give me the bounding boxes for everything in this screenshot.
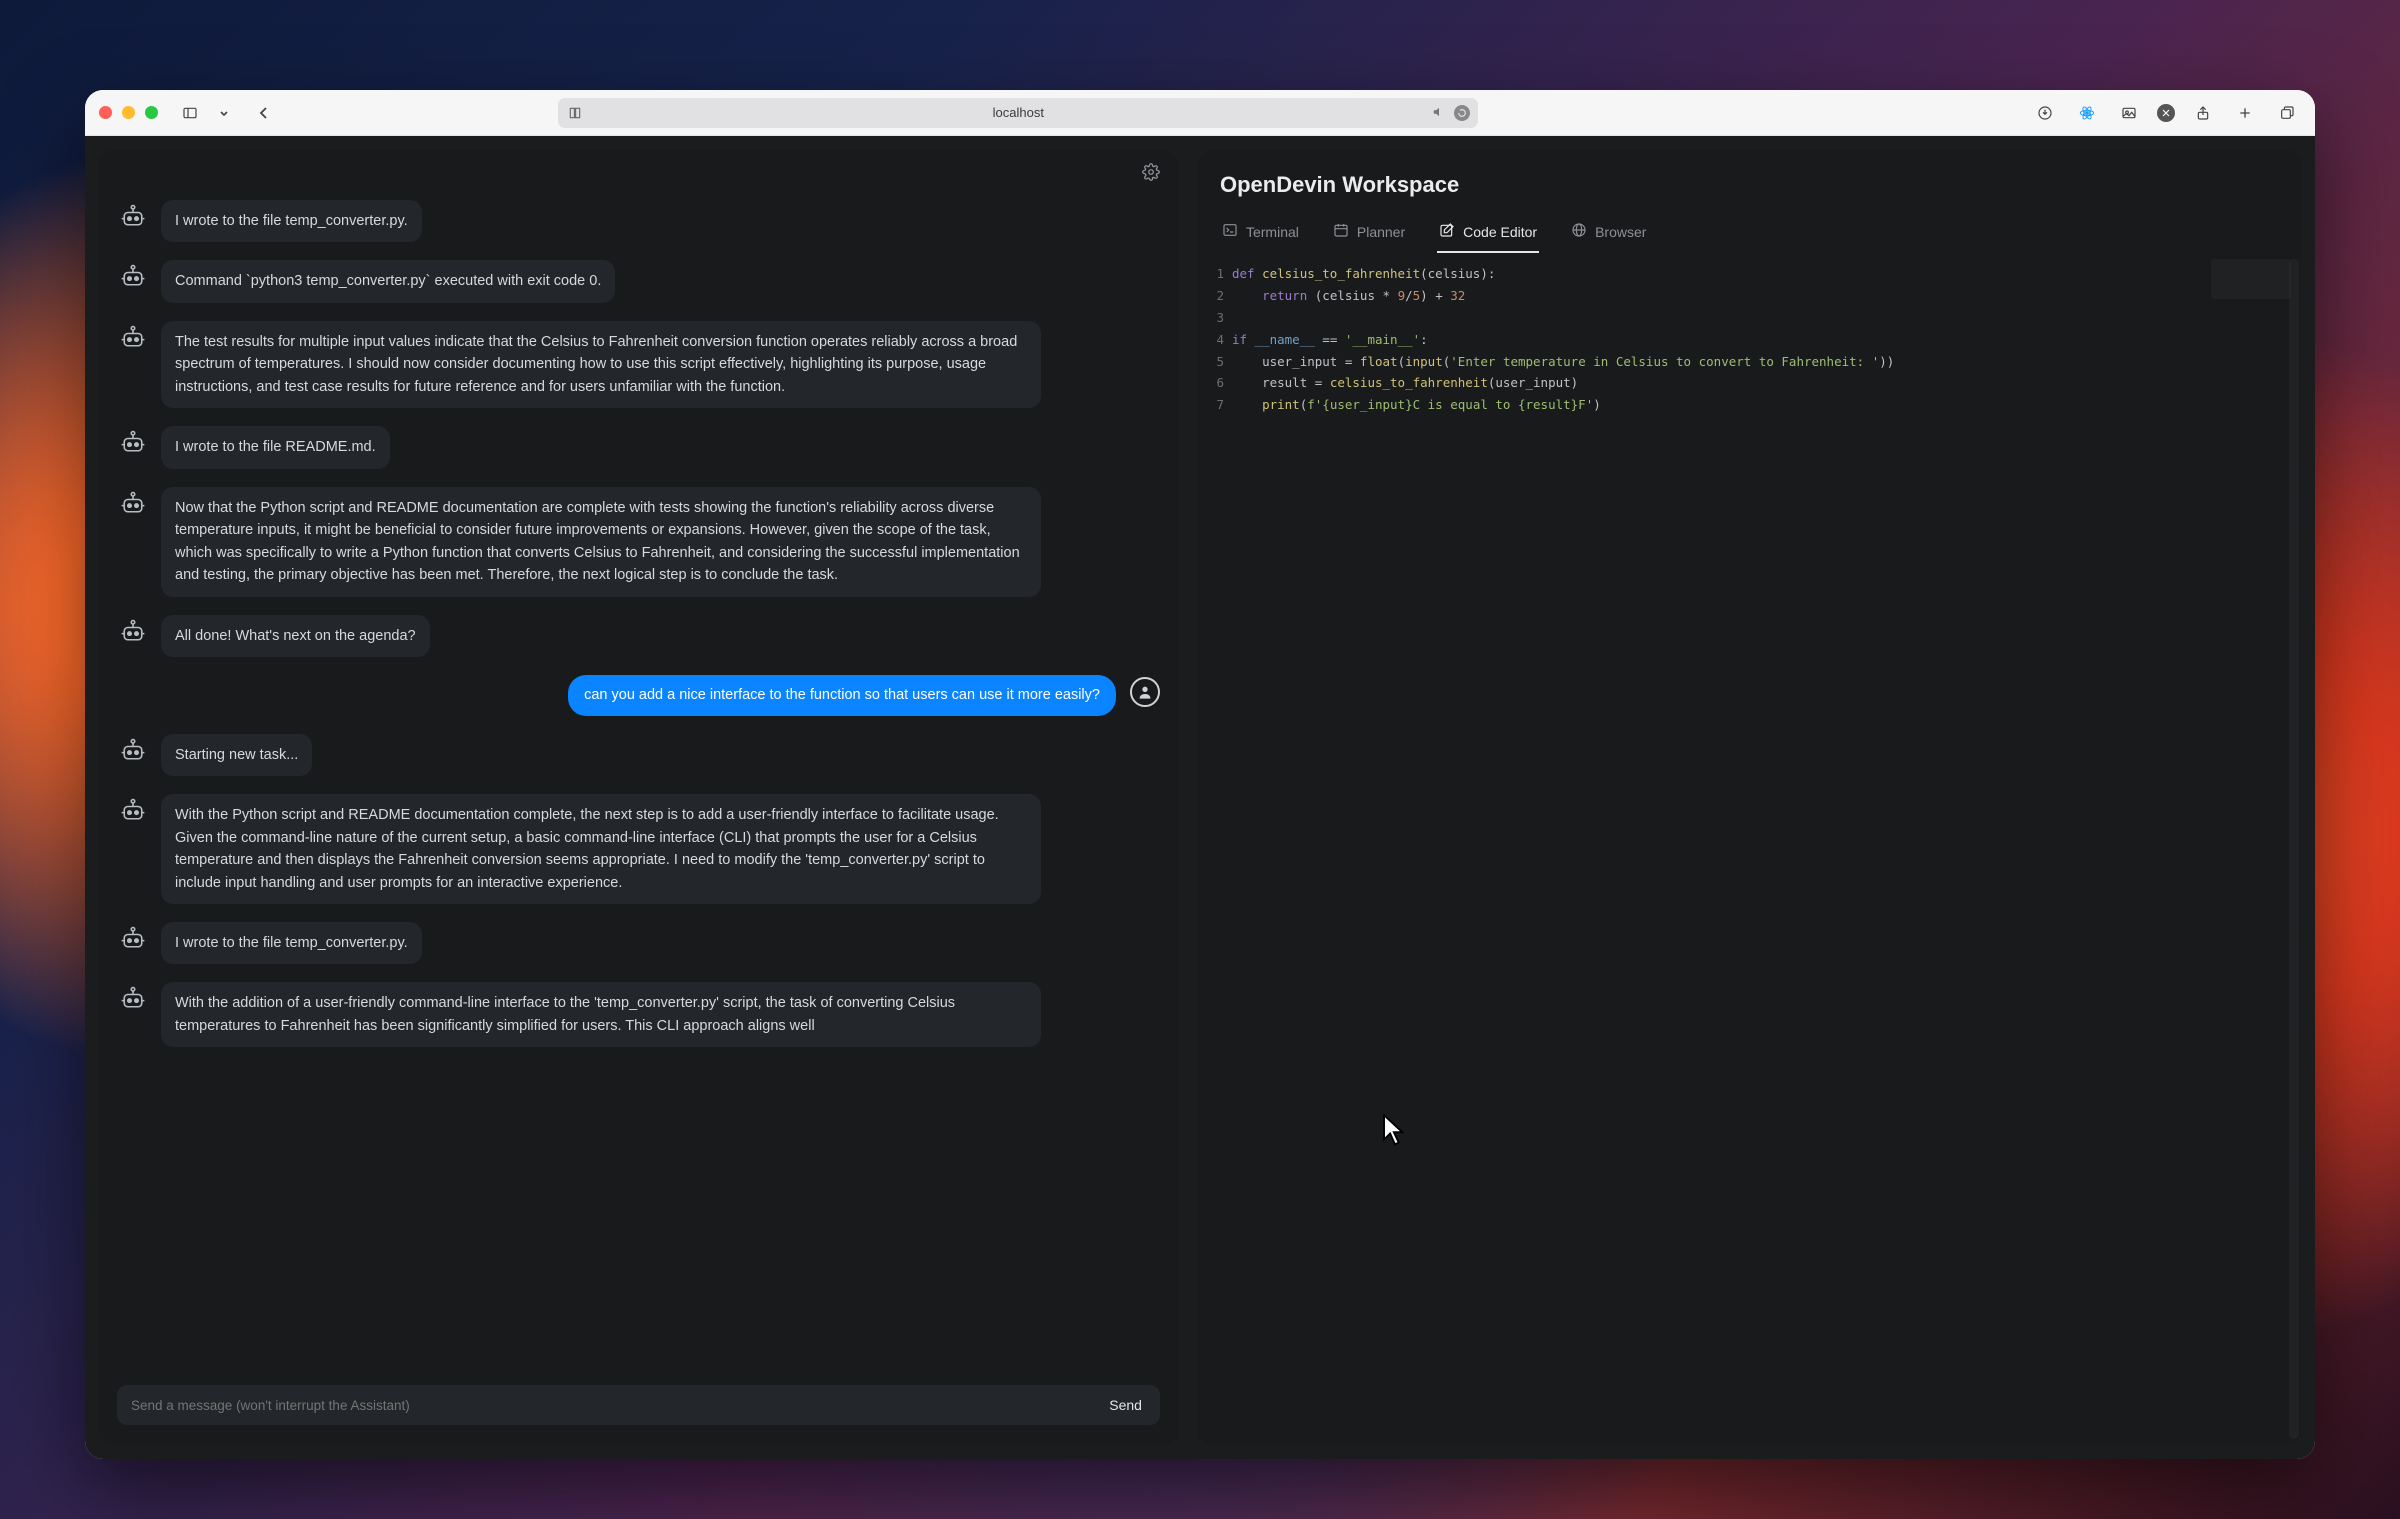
bot-message-row: Starting new task... <box>119 734 1160 776</box>
code-line: if __name__ == '__main__': <box>1232 329 2293 351</box>
sidebar-toggle-button[interactable] <box>176 99 204 127</box>
line-gutter: 1234567 <box>1198 261 1232 1437</box>
tab-terminal[interactable]: Terminal <box>1220 214 1301 253</box>
address-bar[interactable]: localhost <box>558 98 1478 128</box>
tab-overview-button[interactable] <box>2273 99 2301 127</box>
bot-message-row: With the Python script and README docume… <box>119 794 1160 904</box>
code-line: print(f'{user_input}C is equal to {resul… <box>1232 394 2293 416</box>
message-bubble: With the addition of a user-friendly com… <box>161 982 1041 1047</box>
line-number: 3 <box>1198 307 1224 329</box>
website-settings-icon[interactable] <box>568 106 582 120</box>
minimize-window-button[interactable] <box>122 106 135 119</box>
tab-browser[interactable]: Browser <box>1569 214 1648 253</box>
fullscreen-window-button[interactable] <box>145 106 158 119</box>
safari-titlebar: localhost <box>85 90 2315 136</box>
message-bubble: The test results for multiple input valu… <box>161 321 1041 408</box>
messages-list[interactable]: I wrote to the file temp_converter.py. Co… <box>99 194 1178 1371</box>
bot-avatar-icon <box>119 262 147 290</box>
bot-message-row: Now that the Python script and README do… <box>119 487 1160 597</box>
message-bubble: can you add a nice interface to the func… <box>568 675 1116 715</box>
line-number: 2 <box>1198 285 1224 307</box>
share-button[interactable] <box>2189 99 2217 127</box>
pencil-square-icon <box>1439 222 1455 241</box>
downloads-button[interactable] <box>2031 99 2059 127</box>
message-bubble: Now that the Python script and README do… <box>161 487 1041 597</box>
tab-label: Browser <box>1595 224 1646 240</box>
bot-message-row: I wrote to the file README.md. <box>119 426 1160 468</box>
bot-avatar-icon <box>119 323 147 351</box>
message-bubble: I wrote to the file temp_converter.py. <box>161 922 422 964</box>
workspace-tabs: Terminal Planner Code Editor Browser <box>1198 206 2301 253</box>
chat-panel: I wrote to the file temp_converter.py. Co… <box>99 150 1178 1445</box>
line-number: 1 <box>1198 263 1224 285</box>
code-editor[interactable]: 1234567 def celsius_to_fahrenheit(celsiu… <box>1198 253 2301 1445</box>
app-content: I wrote to the file temp_converter.py. Co… <box>85 136 2315 1459</box>
settings-button[interactable] <box>1142 163 1160 181</box>
tab-planner[interactable]: Planner <box>1331 214 1407 253</box>
workspace-title: OpenDevin Workspace <box>1220 172 2279 198</box>
code-line <box>1232 307 2293 329</box>
bot-message-row: With the addition of a user-friendly com… <box>119 982 1160 1047</box>
tab-label: Terminal <box>1246 224 1299 240</box>
safari-window: localhost I wrote to the file temp_c <box>85 90 2315 1459</box>
send-button[interactable]: Send <box>1099 1391 1152 1419</box>
message-bubble: Starting new task... <box>161 734 312 776</box>
react-devtools-icon[interactable] <box>2073 99 2101 127</box>
tab-label: Planner <box>1357 224 1405 240</box>
bot-avatar-icon <box>119 489 147 517</box>
bot-avatar-icon <box>119 796 147 824</box>
back-button[interactable] <box>250 99 278 127</box>
bot-avatar-icon <box>119 984 147 1012</box>
line-number: 7 <box>1198 394 1224 416</box>
globe-icon <box>1571 222 1587 241</box>
bot-message-row: All done! What's next on the agenda? <box>119 615 1160 657</box>
code-line: def celsius_to_fahrenheit(celsius): <box>1232 263 2293 285</box>
bot-avatar-icon <box>119 202 147 230</box>
message-bubble: All done! What's next on the agenda? <box>161 615 430 657</box>
reader-sound-icon[interactable] <box>1432 105 1446 121</box>
tab-label: Code Editor <box>1463 224 1537 240</box>
terminal-icon <box>1222 222 1238 241</box>
workspace-panel: OpenDevin Workspace Terminal Planner Code … <box>1198 150 2301 1445</box>
tab-editor[interactable]: Code Editor <box>1437 214 1539 253</box>
bot-avatar-icon <box>119 428 147 456</box>
message-input[interactable] <box>131 1398 1099 1413</box>
bot-message-row: I wrote to the file temp_converter.py. <box>119 200 1160 242</box>
mouse-cursor-icon <box>1382 1114 1408 1148</box>
code-line: user_input = float(input('Enter temperat… <box>1232 351 2293 373</box>
line-number: 6 <box>1198 372 1224 394</box>
message-bubble: I wrote to the file temp_converter.py. <box>161 200 422 242</box>
bot-message-row: Command `python3 temp_converter.py` exec… <box>119 260 1160 302</box>
message-bubble: Command `python3 temp_converter.py` exec… <box>161 260 615 302</box>
new-tab-button[interactable] <box>2231 99 2259 127</box>
line-number: 5 <box>1198 351 1224 373</box>
bot-avatar-icon <box>119 736 147 764</box>
bot-message-row: I wrote to the file temp_converter.py. <box>119 922 1160 964</box>
extension-picture-icon[interactable] <box>2115 99 2143 127</box>
message-bubble: I wrote to the file README.md. <box>161 426 390 468</box>
traffic-lights <box>99 106 158 119</box>
vertical-scrollbar[interactable] <box>2289 259 2299 1439</box>
message-bubble: With the Python script and README docume… <box>161 794 1041 904</box>
bot-message-row: The test results for multiple input valu… <box>119 321 1160 408</box>
line-number: 4 <box>1198 329 1224 351</box>
user-avatar-icon <box>1130 677 1160 707</box>
user-message-row: can you add a nice interface to the func… <box>119 675 1160 715</box>
code-line: return (celsius * 9/5) + 32 <box>1232 285 2293 307</box>
calendar-icon <box>1333 222 1349 241</box>
bot-avatar-icon <box>119 617 147 645</box>
extension-badge-icon[interactable] <box>2157 104 2175 122</box>
reload-badge-icon[interactable] <box>1454 105 1470 121</box>
message-composer: Send <box>117 1385 1160 1425</box>
close-window-button[interactable] <box>99 106 112 119</box>
sidebar-chevron-button[interactable] <box>216 99 232 127</box>
code-line: result = celsius_to_fahrenheit(user_inpu… <box>1232 372 2293 394</box>
minimap[interactable] <box>2211 259 2291 299</box>
bot-avatar-icon <box>119 924 147 952</box>
url-text: localhost <box>993 105 1044 120</box>
code-area[interactable]: def celsius_to_fahrenheit(celsius): retu… <box>1232 261 2293 1437</box>
